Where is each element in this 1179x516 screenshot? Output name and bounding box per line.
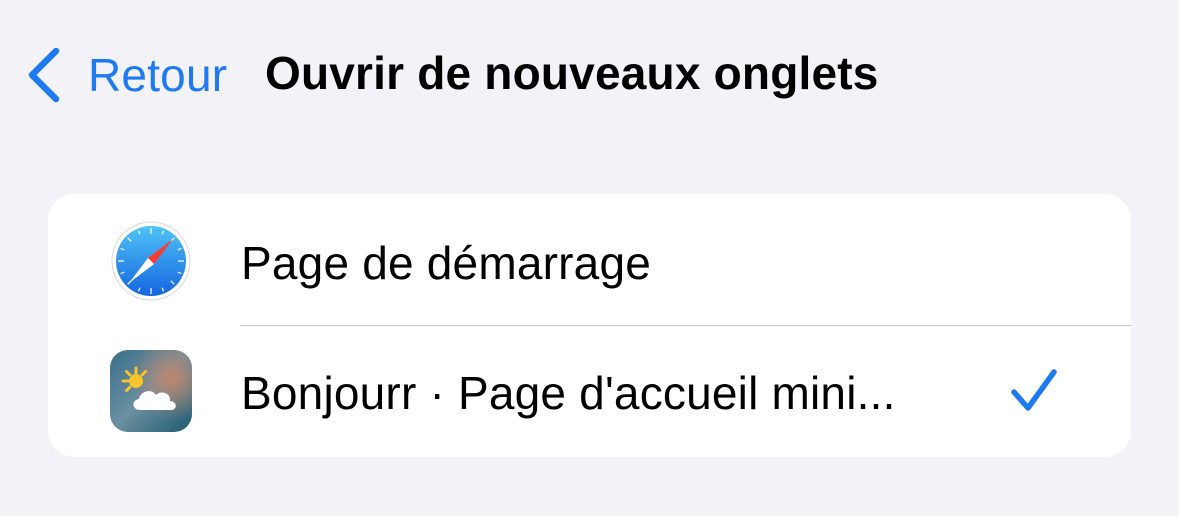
option-bonjourr[interactable]: Bonjourr · Page d'accueil mini... <box>48 326 1131 457</box>
navigation-bar: Retour Ouvrir de nouveaux onglets <box>0 0 1179 150</box>
back-button[interactable]: Retour <box>22 40 227 110</box>
page-title: Ouvrir de nouveaux onglets <box>265 47 879 99</box>
back-button-label: Retour <box>88 49 228 101</box>
option-start-page[interactable]: Page de démarrage <box>48 194 1131 325</box>
safari-compass-icon <box>110 220 192 302</box>
option-label: Bonjourr · Page d'accueil mini... <box>241 367 896 419</box>
new-tab-options-list: Page de démarrage Bonjourr · Page d'accu… <box>48 194 1131 457</box>
chevron-left-icon <box>22 45 66 105</box>
bonjourr-weather-icon <box>110 350 192 432</box>
option-label: Page de démarrage <box>241 237 652 289</box>
checkmark-icon <box>1008 366 1060 416</box>
